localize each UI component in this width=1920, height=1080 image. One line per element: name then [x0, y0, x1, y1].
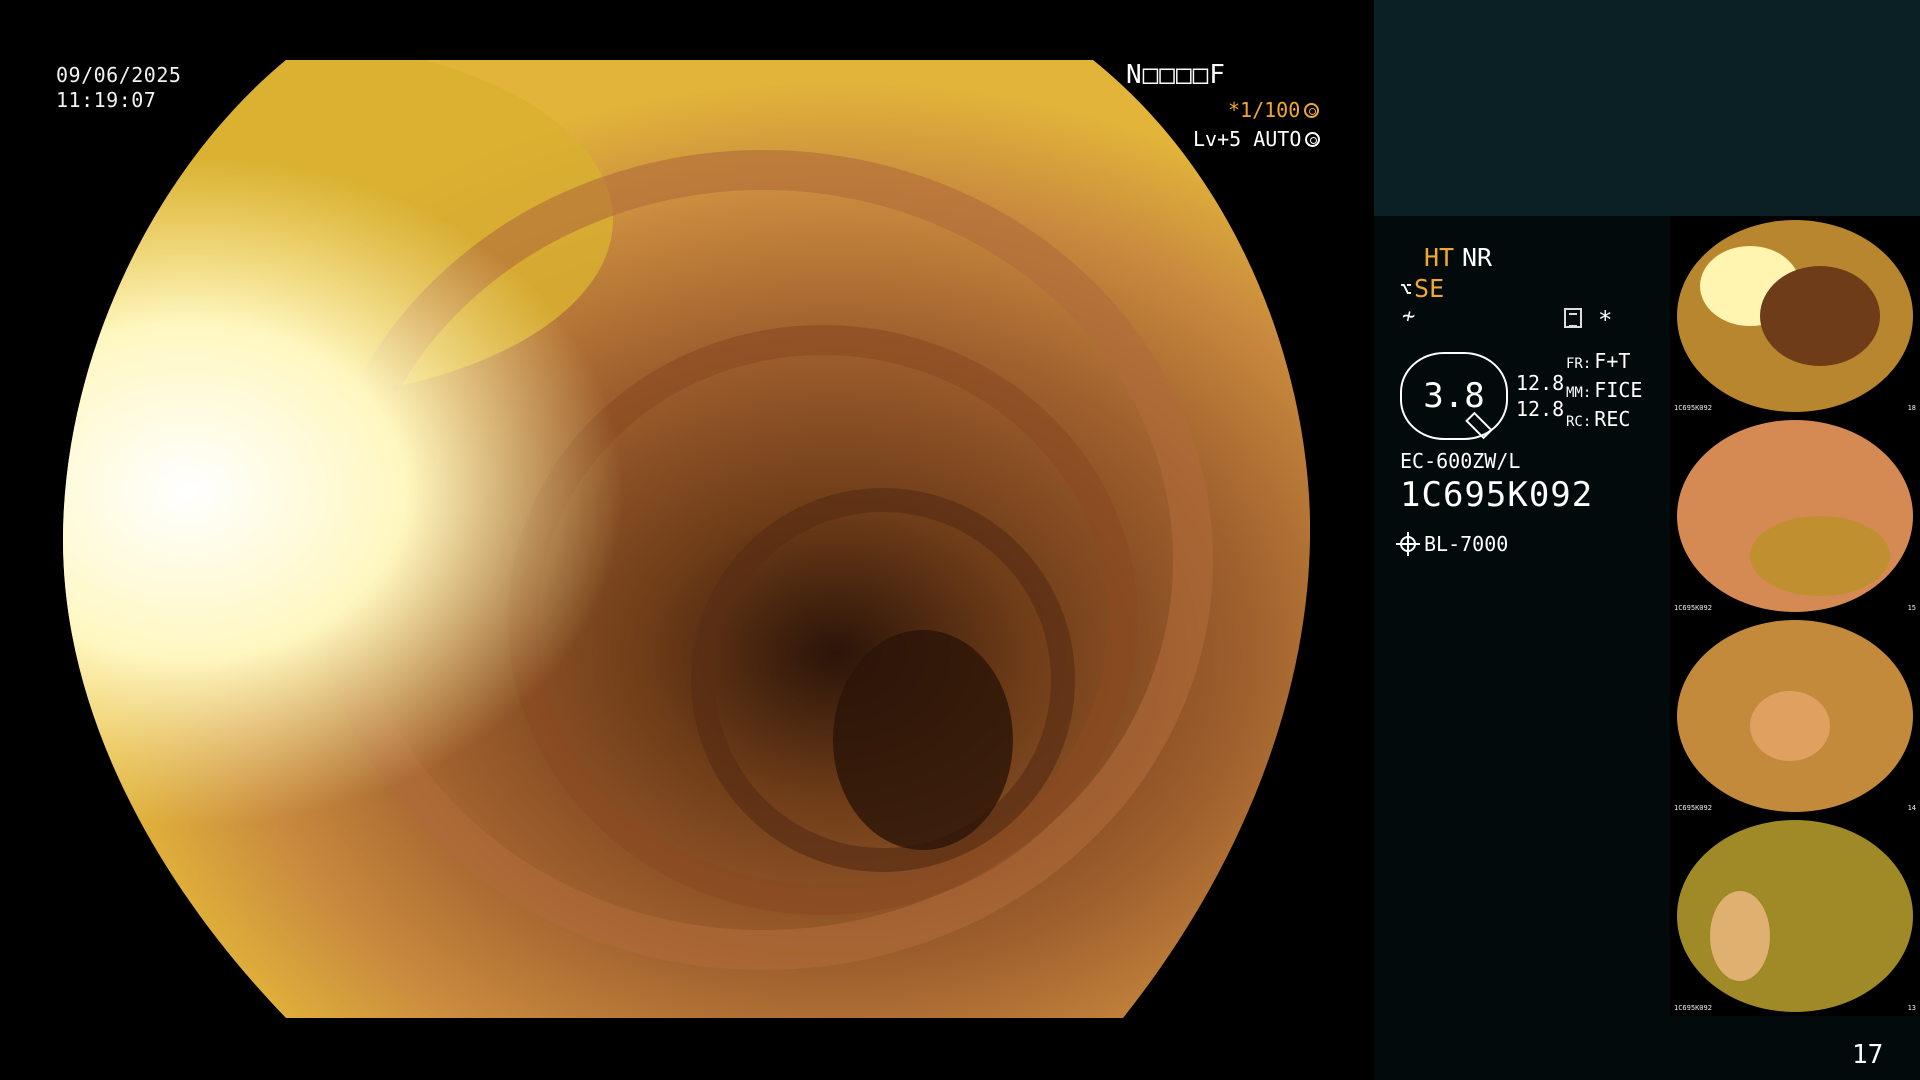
thumbnail-1[interactable]: 1C695K092 18 — [1670, 216, 1920, 416]
thumbnail-label: 1C695K092 — [1674, 1004, 1712, 1012]
level-text: Lv+5 AUTO — [1193, 127, 1302, 151]
shutter-speed: *1/100 — [1228, 98, 1320, 122]
thumbnail-3[interactable]: 1C695K092 14 — [1670, 616, 1920, 816]
auto-icon — [1305, 131, 1321, 147]
thumbnail-label: 1C695K092 — [1674, 804, 1712, 812]
light-source-text: BL-7000 — [1424, 532, 1509, 556]
noise-icon: ≁ — [1402, 304, 1416, 329]
thumbnail-number: 14 — [1907, 804, 1916, 812]
value-2: 12.8 — [1516, 397, 1565, 421]
date-text: 09/06/2025 — [56, 63, 182, 87]
endoscope-main-view: 09/06/2025 11:19:07 N□□□□F *1/100 Lv+5 A… — [0, 0, 1373, 1080]
datetime: 09/06/2025 11:19:07 — [56, 63, 181, 113]
scope-serial: 1C695K092 — [1400, 475, 1594, 515]
rc-key: RC: — [1566, 414, 1592, 430]
se-indicator: ⌥ SE — [1400, 274, 1444, 303]
shutter-text: *1/100 — [1228, 98, 1301, 122]
thumbnail-number: 18 — [1907, 404, 1916, 412]
rc-row: RC: REC — [1566, 406, 1642, 435]
zoom-badge: 3.8 — [1400, 352, 1508, 440]
thumbnail-strip: 1C695K092 18 1C695K092 15 1C695K092 14 1… — [1670, 216, 1920, 1016]
enhance-icon: ⌥ — [1400, 276, 1413, 301]
thumbnail-label: 1C695K092 — [1674, 404, 1712, 412]
value-column: 12.8 12.8 — [1516, 370, 1564, 422]
side-header-area — [1374, 0, 1920, 216]
list-icon — [1564, 308, 1582, 328]
fr-row: FR: F+T — [1566, 348, 1642, 377]
mm-key: MM: — [1566, 385, 1592, 401]
endoscopy-image — [63, 60, 1310, 1018]
light-source-icon — [1396, 532, 1420, 556]
mode-labels: FR: F+T MM: FICE RC: REC — [1566, 348, 1642, 435]
zoom-value: 3.8 — [1423, 376, 1485, 416]
thumbnail-4[interactable]: 1C695K092 13 — [1670, 816, 1920, 1016]
shutter-icon — [1304, 102, 1320, 118]
fr-key: FR: — [1566, 356, 1592, 372]
brightness-level: Lv+5 AUTO — [1193, 127, 1321, 151]
fr-value: F+T — [1594, 349, 1631, 373]
light-source: BL-7000 — [1396, 532, 1509, 556]
ht-indicator: HT — [1424, 243, 1455, 272]
thumbnail-number: 13 — [1907, 1004, 1916, 1012]
scope-model: EC-600ZW/L — [1400, 449, 1521, 473]
se-text: SE — [1414, 274, 1445, 303]
time-text: 11:19:07 — [56, 88, 157, 112]
mm-row: MM: FICE — [1566, 377, 1642, 406]
rc-value: REC — [1594, 407, 1631, 431]
thumbnail-2[interactable]: 1C695K092 15 — [1670, 416, 1920, 616]
patient-id: N□□□□F — [1126, 60, 1226, 90]
page-number: 17 — [1852, 1040, 1884, 1070]
mm-value: FICE — [1594, 378, 1643, 402]
thumbnail-label: 1C695K092 — [1674, 604, 1712, 612]
thumbnail-number: 15 — [1907, 604, 1916, 612]
star-icon: * — [1598, 306, 1613, 334]
nr-indicator: NR — [1462, 243, 1493, 272]
value-1: 12.8 — [1516, 371, 1565, 395]
